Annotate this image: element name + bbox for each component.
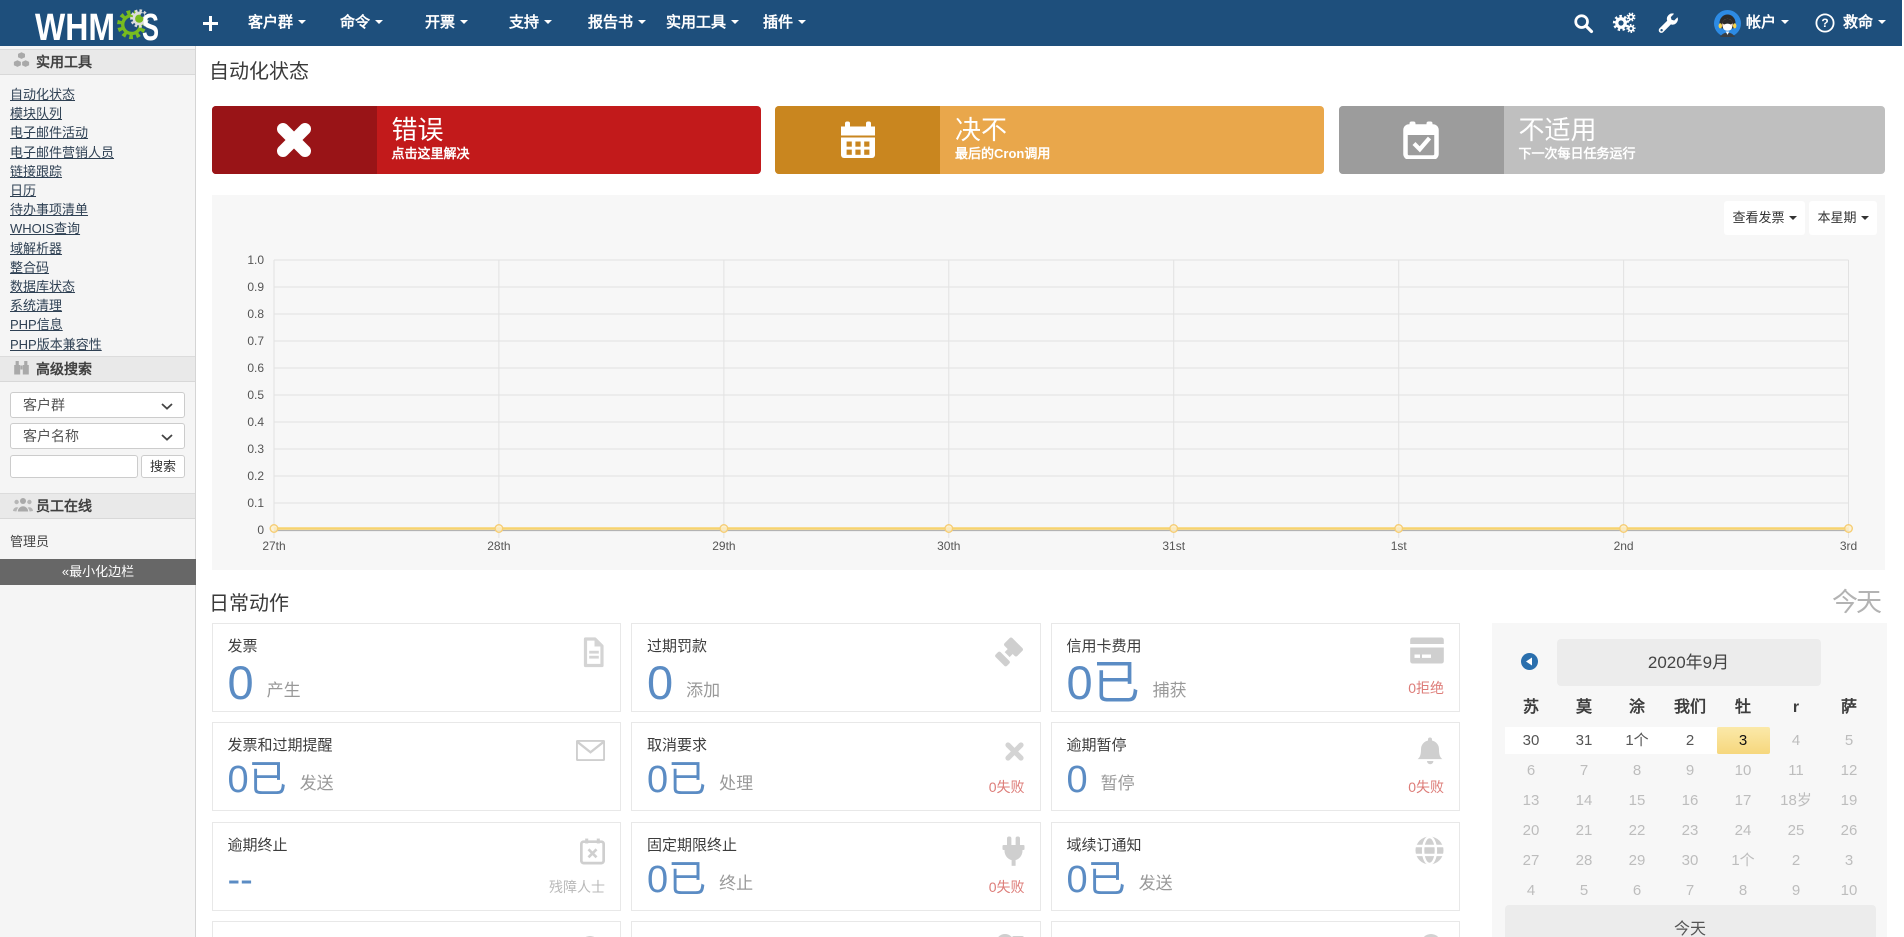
svg-text:31st: 31st: [1162, 539, 1185, 553]
svg-text:WHM: WHM: [35, 7, 115, 45]
svg-text:3rd: 3rd: [1839, 539, 1856, 553]
svg-text:1st: 1st: [1390, 539, 1407, 553]
svg-text:0.7: 0.7: [247, 334, 264, 348]
svg-text:0.6: 0.6: [247, 361, 264, 375]
svg-text:0: 0: [257, 523, 264, 537]
svg-text:?: ?: [1821, 16, 1828, 30]
svg-text:0.1: 0.1: [247, 496, 264, 510]
svg-text:S: S: [142, 7, 159, 45]
svg-text:28th: 28th: [487, 539, 510, 553]
svg-text:2nd: 2nd: [1613, 539, 1633, 553]
svg-text:0.9: 0.9: [247, 280, 264, 294]
svg-text:27th: 27th: [262, 539, 285, 553]
svg-text:1.0: 1.0: [247, 253, 264, 267]
svg-text:30th: 30th: [937, 539, 960, 553]
svg-text:0.2: 0.2: [247, 469, 264, 483]
svg-text:0.8: 0.8: [247, 307, 264, 321]
svg-text:0.5: 0.5: [247, 388, 264, 402]
svg-text:29th: 29th: [712, 539, 735, 553]
svg-text:0.4: 0.4: [247, 415, 264, 429]
svg-text:0.3: 0.3: [247, 442, 264, 456]
